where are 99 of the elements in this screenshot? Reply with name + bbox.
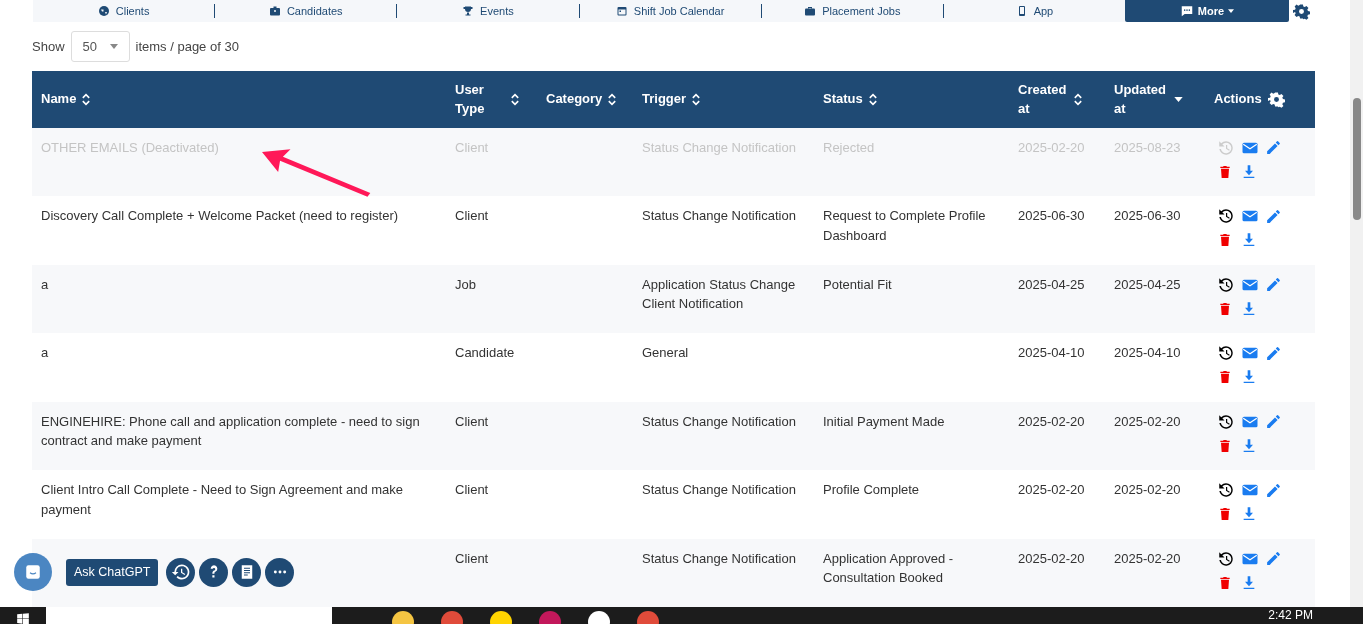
nav-link[interactable]: Candidates xyxy=(214,4,397,18)
pencil-icon[interactable] xyxy=(1265,550,1282,567)
table-cell: Status Change Notification xyxy=(642,208,796,223)
nav-link[interactable]: Placement Jobs xyxy=(760,4,943,18)
download-icon[interactable] xyxy=(1241,300,1257,317)
sort-icon[interactable] xyxy=(82,92,91,106)
calendar-icon xyxy=(615,5,628,17)
ask-chatgpt-button[interactable]: Ask ChatGPT xyxy=(66,558,159,586)
download-icon[interactable] xyxy=(1241,163,1257,180)
table-cell: Client xyxy=(455,550,489,566)
column-header[interactable]: Actions xyxy=(1205,70,1306,128)
chat-icon xyxy=(1179,4,1194,18)
table-cell: Request to Complete Profile Dashboard xyxy=(823,208,986,243)
column-header[interactable]: Created at xyxy=(1009,70,1105,128)
chat-bubble-icon xyxy=(24,563,42,581)
table-cell: Initial Payment Made xyxy=(823,413,945,429)
history-icon[interactable] xyxy=(1217,275,1235,294)
nav-link[interactable]: Clients xyxy=(33,4,215,18)
pencil-icon[interactable] xyxy=(1265,139,1282,156)
per-page-select[interactable]: 50 xyxy=(70,30,130,62)
show-label: Show xyxy=(32,37,65,56)
column-header[interactable]: Trigger xyxy=(633,70,814,128)
table-cell: Job xyxy=(455,276,476,292)
table-cell: Application Status Change Client Notification xyxy=(642,276,796,311)
trash-icon[interactable] xyxy=(1217,368,1233,386)
download-icon[interactable] xyxy=(1241,506,1257,522)
table-cell: Discovery Call Complete + Welcome Packet (need to register) xyxy=(41,208,399,223)
sort-icon[interactable] xyxy=(511,92,519,106)
history-icon[interactable] xyxy=(1217,344,1235,362)
table-cell: 2025-04-10 xyxy=(1114,345,1181,360)
pencil-icon[interactable] xyxy=(1265,276,1282,293)
table-cell: Client xyxy=(455,482,489,497)
settings-icon[interactable] xyxy=(1267,90,1285,108)
table-cell: 2025-04-25 xyxy=(1018,276,1085,292)
table-cell: Client Intro Call Complete - Need to Sign Agreement and make payment xyxy=(41,482,404,517)
nav-link[interactable]: Events xyxy=(396,4,579,18)
table-cell: 2025-02-20 xyxy=(1114,413,1181,429)
table-cell: 2025-02-20 xyxy=(1114,482,1181,497)
settings-icon[interactable] xyxy=(1293,2,1310,20)
sort-icon[interactable] xyxy=(692,92,701,106)
clock-time: 2:42 PM xyxy=(1268,607,1313,624)
history-icon[interactable] xyxy=(1217,549,1235,568)
briefcase-icon xyxy=(804,5,817,17)
table-cell: General xyxy=(642,345,689,360)
download-icon[interactable] xyxy=(1241,369,1257,385)
table-cell: Status Change Notification xyxy=(642,550,796,566)
chat-launcher-button[interactable] xyxy=(14,553,52,591)
pencil-icon[interactable] xyxy=(1265,481,1282,499)
table-cell: 2025-04-10 xyxy=(1018,345,1085,360)
history-icon[interactable] xyxy=(1217,207,1235,225)
column-header[interactable]: Updated at xyxy=(1105,70,1205,128)
pencil-icon[interactable] xyxy=(1265,344,1282,362)
table-cell: a xyxy=(41,345,49,360)
download-icon[interactable] xyxy=(1241,232,1257,248)
table-cell: ENGINEHIRE: Phone call and application complete - need to sign contract and make payment xyxy=(41,413,420,448)
column-header[interactable]: Category xyxy=(537,70,633,128)
trash-icon[interactable] xyxy=(1217,231,1233,249)
globe-icon xyxy=(97,5,110,17)
trash-icon[interactable] xyxy=(1217,505,1233,523)
caret-icon xyxy=(1228,9,1235,13)
sort-icon[interactable] xyxy=(1074,92,1082,106)
table-cell: a xyxy=(41,276,49,292)
table-cell: 2025-02-20 xyxy=(1018,482,1085,497)
table-cell: Potential Fit xyxy=(823,276,892,292)
trophy-icon xyxy=(462,5,475,17)
table-cell: Candidate xyxy=(455,345,515,360)
scrollbar[interactable] xyxy=(1350,0,1363,607)
column-header[interactable]: Status xyxy=(814,70,1009,128)
history-icon[interactable] xyxy=(1217,481,1235,499)
table-cell: 2025-02-20 xyxy=(1018,550,1085,566)
table-cell: 2025-06-30 xyxy=(1114,208,1181,223)
history-icon xyxy=(170,562,191,582)
caret-icon xyxy=(109,43,118,49)
table-cell: Profile Complete xyxy=(823,482,920,497)
sort-icon[interactable] xyxy=(608,92,617,106)
pencil-icon[interactable] xyxy=(1265,207,1282,225)
table-cell: 2025-06-30 xyxy=(1018,208,1085,223)
table-cell: 2025-04-25 xyxy=(1114,276,1181,292)
table-cell: 2025-02-20 xyxy=(1018,413,1085,429)
table-cell: Status Change Notification xyxy=(642,413,796,429)
pencil-icon[interactable] xyxy=(1265,413,1282,430)
history-icon[interactable] xyxy=(1217,412,1235,431)
windows-icon[interactable] xyxy=(16,612,30,624)
pager-text: items / page of 30 xyxy=(135,37,239,56)
sort-down-icon[interactable] xyxy=(1174,96,1183,102)
taskbar-search-field[interactable] xyxy=(46,607,332,624)
download-icon[interactable] xyxy=(1241,437,1257,454)
column-header[interactable]: User Type xyxy=(446,70,537,128)
table-cell: Client xyxy=(455,208,489,223)
column-header[interactable]: Name xyxy=(32,70,446,128)
more-menu-button[interactable]: More xyxy=(1125,0,1289,22)
nav-link[interactable]: Shift Job Calendar xyxy=(578,4,761,18)
sort-icon[interactable] xyxy=(868,92,877,106)
table-cell: Client xyxy=(455,413,489,429)
table-cell: Status Change Notification xyxy=(642,482,796,497)
id-card-icon xyxy=(268,5,281,17)
table-cell: 2025-02-20 xyxy=(1114,550,1181,566)
download-icon[interactable] xyxy=(1241,574,1257,591)
table-cell: Application Approved - Consultation Booked xyxy=(823,550,954,585)
